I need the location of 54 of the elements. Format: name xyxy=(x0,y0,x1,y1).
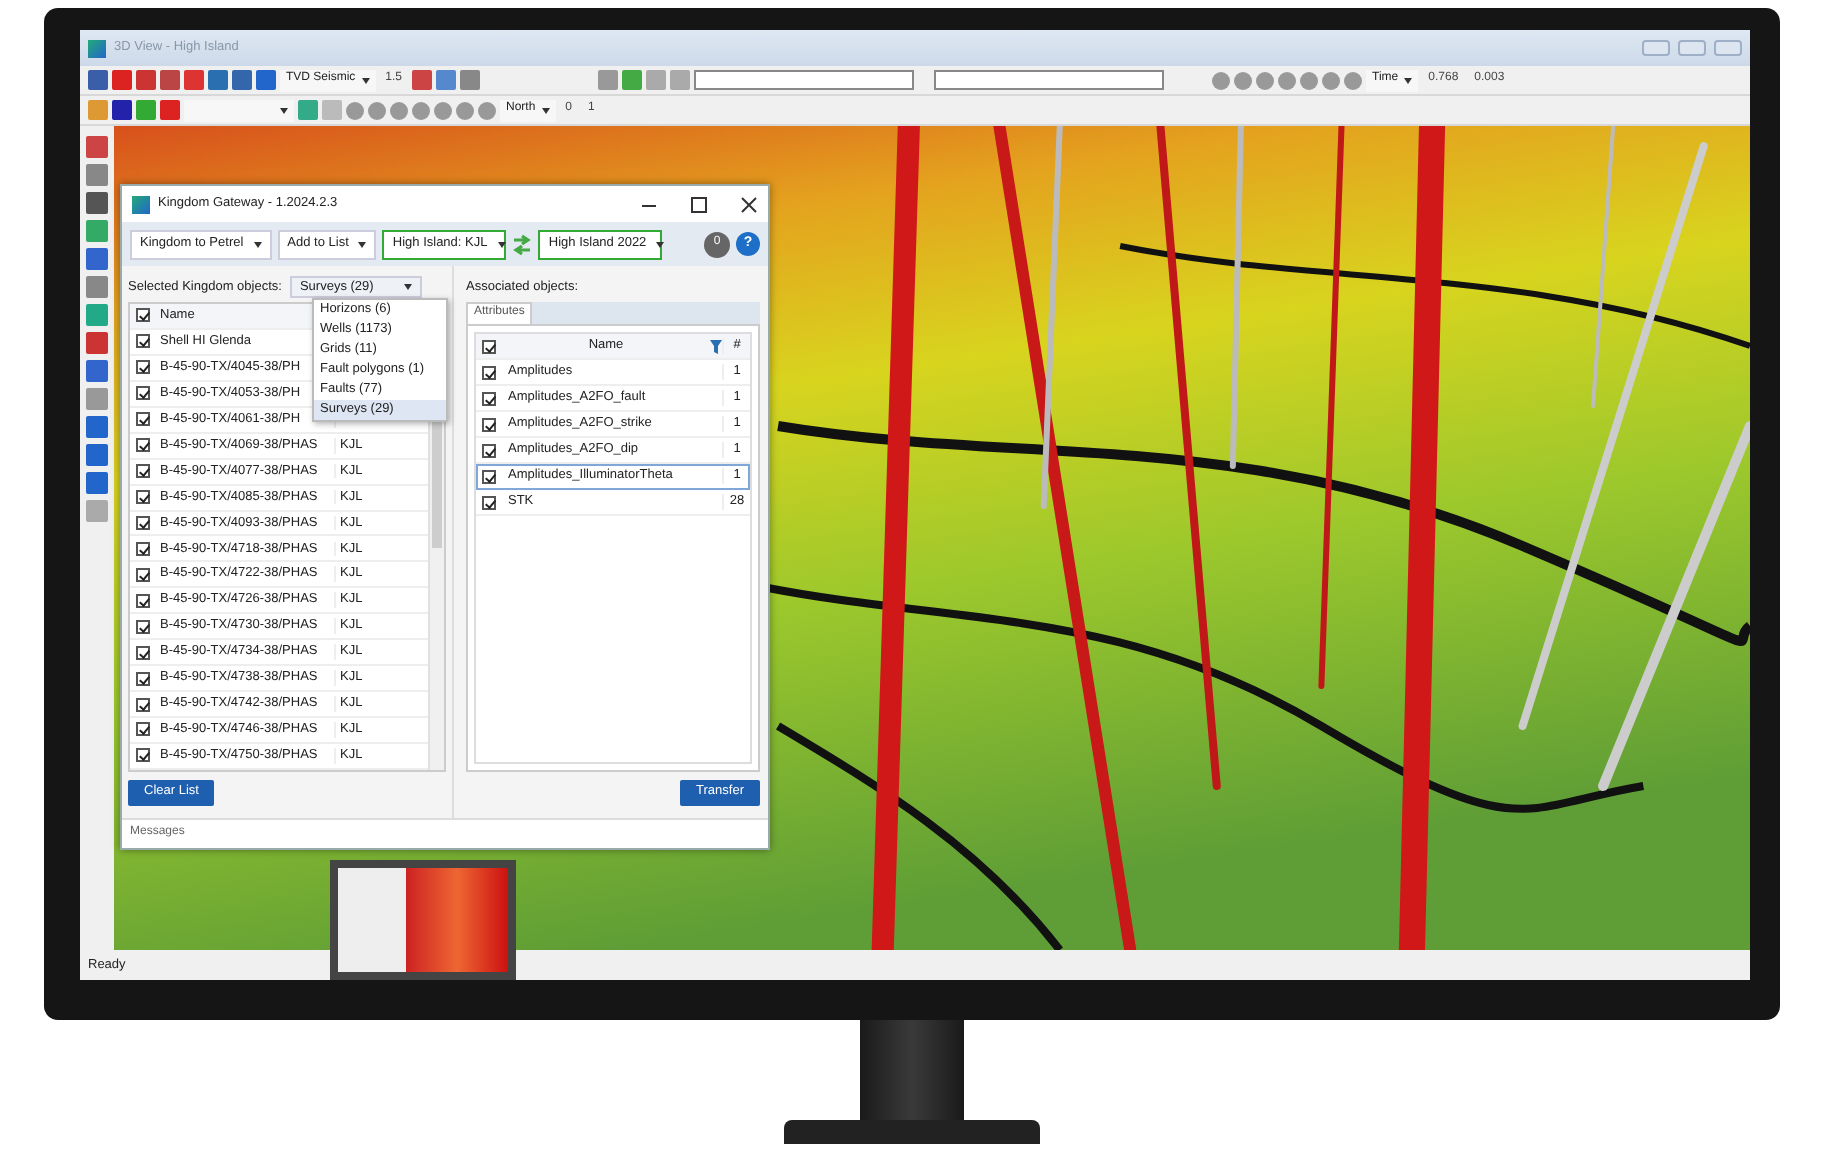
tool-button[interactable] xyxy=(598,70,619,90)
caret-icon xyxy=(541,107,550,113)
tool-button[interactable] xyxy=(412,70,433,90)
checkbox[interactable] xyxy=(482,443,496,457)
caret-icon xyxy=(497,241,506,247)
minimize-button[interactable] xyxy=(1642,40,1670,56)
caret-icon xyxy=(1404,77,1413,83)
checkbox[interactable] xyxy=(136,722,150,737)
checkbox[interactable] xyxy=(136,360,150,375)
checkbox[interactable] xyxy=(136,490,150,505)
maximize-button[interactable] xyxy=(1678,40,1706,56)
checkbox[interactable] xyxy=(136,386,150,401)
tool-button[interactable] xyxy=(436,70,457,90)
checkbox[interactable] xyxy=(136,748,150,763)
caret-icon xyxy=(403,284,412,290)
caret-icon xyxy=(253,241,262,247)
checkbox[interactable] xyxy=(482,365,496,379)
checkbox[interactable] xyxy=(136,697,150,712)
tool-button[interactable] xyxy=(670,70,691,90)
checkbox[interactable] xyxy=(136,438,150,453)
checkbox[interactable] xyxy=(482,391,496,405)
maximize-icon[interactable] xyxy=(690,195,708,213)
tool-button[interactable] xyxy=(622,70,643,90)
filter-icon[interactable] xyxy=(710,339,722,353)
checkbox[interactable] xyxy=(136,619,150,634)
monitor-stand-neck xyxy=(860,1020,964,1120)
caret-icon xyxy=(280,107,288,113)
tool-button[interactable] xyxy=(460,70,481,90)
checkbox[interactable] xyxy=(136,671,150,686)
swap-arrows-icon[interactable] xyxy=(512,233,533,255)
checkbox[interactable] xyxy=(136,567,150,582)
checkbox[interactable] xyxy=(136,541,150,556)
close-button[interactable] xyxy=(1714,40,1742,56)
app-icon xyxy=(88,39,106,57)
close-icon[interactable] xyxy=(740,195,758,213)
checkbox[interactable] xyxy=(136,464,150,479)
checkbox[interactable] xyxy=(136,334,150,349)
checkbox[interactable] xyxy=(136,515,150,530)
caret-icon xyxy=(656,241,665,247)
checkbox[interactable] xyxy=(482,339,496,353)
checkbox[interactable] xyxy=(136,593,150,608)
app-icon xyxy=(132,195,150,213)
slider-field[interactable] xyxy=(694,70,915,90)
checkbox[interactable] xyxy=(482,495,496,509)
checkbox[interactable] xyxy=(482,469,496,483)
tool-button[interactable] xyxy=(646,70,667,90)
window-preview-thumbnail[interactable] xyxy=(330,860,516,980)
caret-icon xyxy=(358,241,367,247)
checkbox[interactable] xyxy=(136,645,150,660)
checkbox[interactable] xyxy=(136,308,150,323)
checkbox[interactable] xyxy=(136,412,150,427)
checkbox[interactable] xyxy=(482,417,496,431)
caret-icon xyxy=(361,77,370,83)
slider-field[interactable] xyxy=(934,70,1165,90)
